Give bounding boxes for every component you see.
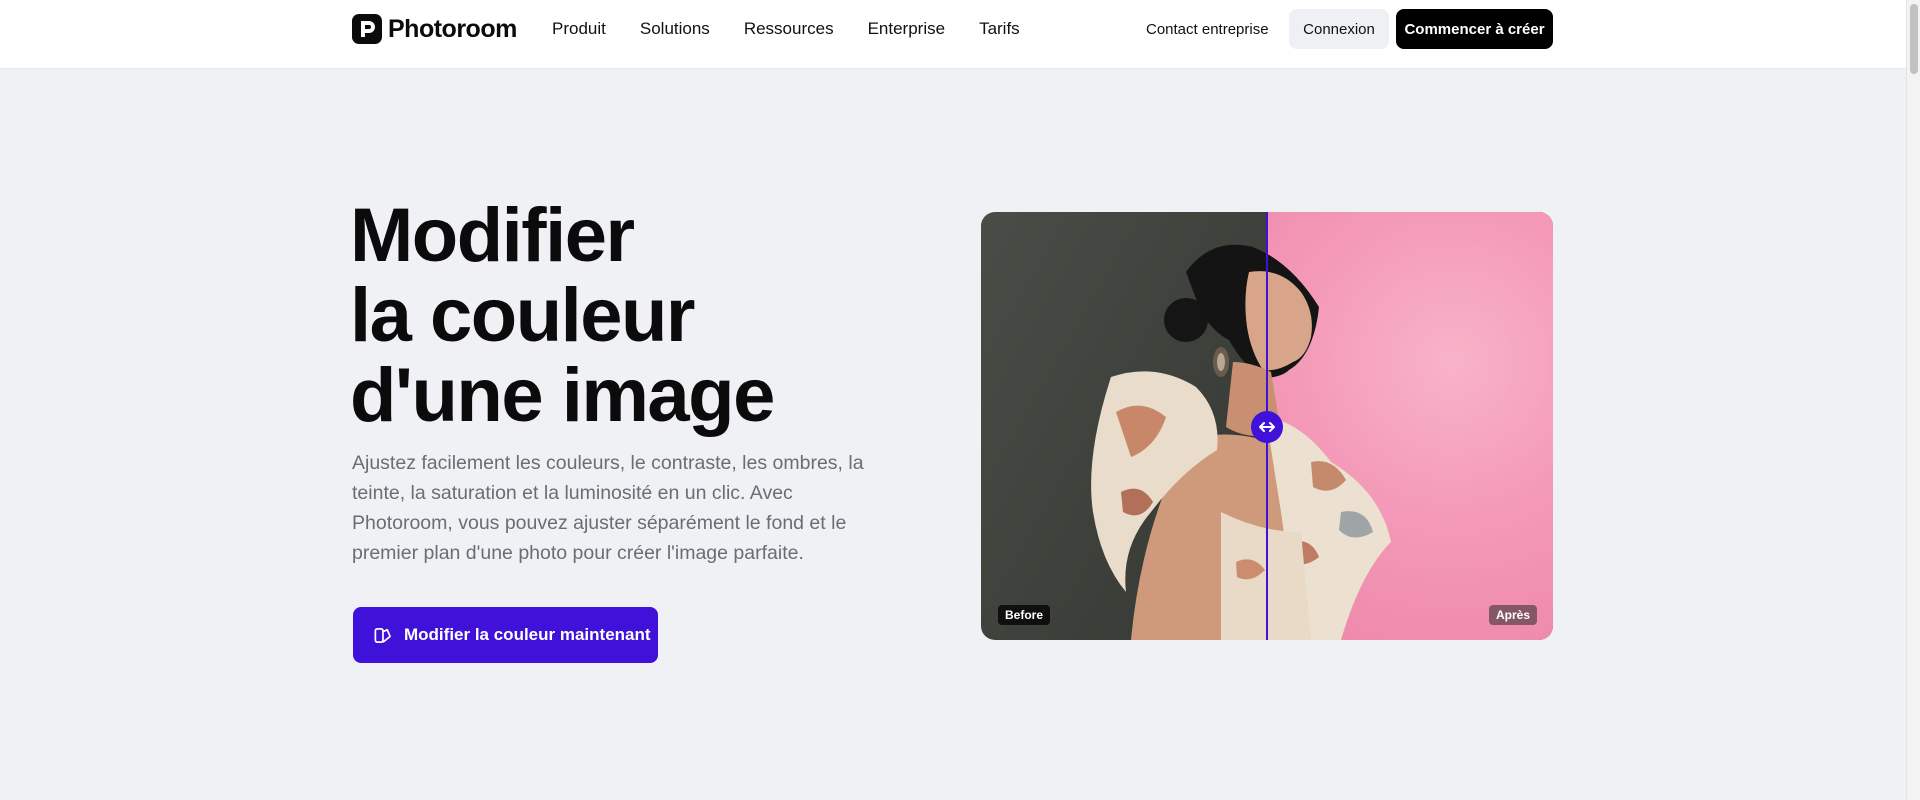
nav-item-ressources[interactable]: Ressources <box>744 18 834 40</box>
after-label: Après <box>1488 605 1537 625</box>
login-button[interactable]: Connexion <box>1289 9 1389 49</box>
hero-description: Ajustez facilement les couleurs, le cont… <box>352 452 864 564</box>
title-line-2: la couleur <box>350 273 696 358</box>
edit-image-icon <box>374 627 391 643</box>
before-label: Before <box>998 605 1051 625</box>
site-header: Photoroom Produit Solutions Ressources E… <box>0 0 1906 69</box>
brand-logo[interactable]: Photoroom <box>352 14 517 44</box>
page-scrollbar[interactable] <box>1906 0 1920 800</box>
main-nav: Produit Solutions Ressources Enterprise … <box>552 18 1054 40</box>
title-line-1: Modifier <box>350 193 635 278</box>
nav-item-enterprise[interactable]: Enterprise <box>868 18 945 40</box>
comparison-slider-handle[interactable] <box>1251 411 1283 443</box>
before-after-comparison[interactable]: Before Après <box>981 212 1553 640</box>
change-color-cta-button[interactable]: Modifier la couleur maintenant <box>353 607 658 663</box>
scrollbar-thumb[interactable] <box>1910 4 1918 74</box>
contact-sales-link[interactable]: Contact entreprise <box>1146 20 1269 40</box>
title-line-3: d'une image <box>350 353 775 438</box>
start-creating-button[interactable]: Commencer à créer <box>1396 9 1553 49</box>
nav-item-produit[interactable]: Produit <box>552 18 606 40</box>
double-arrow-icon <box>1259 422 1275 432</box>
nav-item-solutions[interactable]: Solutions <box>640 18 710 40</box>
nav-item-tarifs[interactable]: Tarifs <box>979 18 1020 40</box>
photoroom-logo-icon <box>352 14 382 44</box>
brand-name: Photoroom <box>388 14 517 43</box>
cta-label: Modifier la couleur maintenant <box>404 625 651 644</box>
page-title: Modifier la couleur d'une image <box>350 196 910 436</box>
